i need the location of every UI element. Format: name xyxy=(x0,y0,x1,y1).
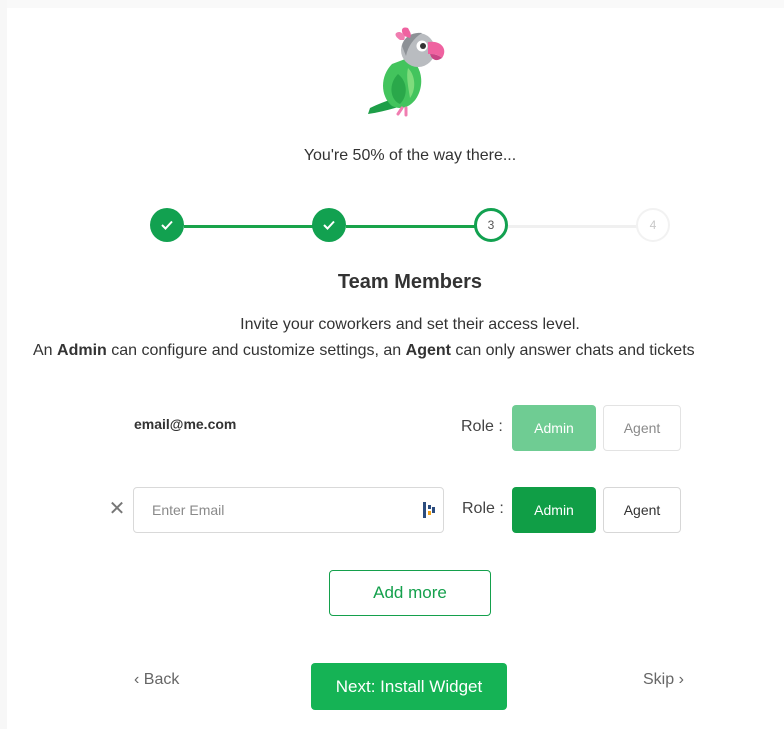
new-role-label: Role : xyxy=(462,500,504,517)
parrot-mascot-icon xyxy=(368,27,445,117)
step-1 xyxy=(150,208,184,242)
email-field-wrapper xyxy=(133,487,444,533)
progress-stepper: 3 4 xyxy=(150,208,672,244)
check-icon xyxy=(323,220,335,230)
close-icon[interactable]: ✕ xyxy=(108,499,126,519)
existing-role-label: Role : xyxy=(461,418,503,435)
step-3: 3 xyxy=(474,208,508,242)
add-more-button[interactable]: Add more xyxy=(329,570,491,616)
step-connector-3 xyxy=(508,225,638,228)
step-2 xyxy=(312,208,346,242)
step-connector-2 xyxy=(346,225,476,228)
next-install-widget-button[interactable]: Next: Install Widget xyxy=(311,663,507,710)
check-icon xyxy=(161,220,173,230)
description-middle: can configure and customize settings, an xyxy=(106,342,406,359)
description-suffix: can only answer chats and tickets xyxy=(450,342,695,359)
existing-member-email: email@me.com xyxy=(134,416,237,432)
onboarding-page: You're 50% of the way there... 3 4 Team … xyxy=(0,0,784,729)
new-admin-role-button[interactable]: Admin xyxy=(512,487,596,533)
progress-text: You're 50% of the way there... xyxy=(303,147,517,164)
skip-link[interactable]: Skip › xyxy=(643,671,684,689)
email-input[interactable] xyxy=(134,488,404,532)
step-4: 4 xyxy=(636,208,670,242)
back-link[interactable]: ‹ Back xyxy=(134,671,179,689)
password-manager-icon[interactable] xyxy=(423,501,435,519)
existing-admin-role-button: Admin xyxy=(512,405,596,451)
description-prefix: An xyxy=(33,342,58,359)
description-line-1: Invite your coworkers and set their acce… xyxy=(240,316,580,333)
step-connector-1 xyxy=(184,225,314,228)
section-title: Team Members xyxy=(337,271,483,293)
description-line-2: An Admin can configure and customize set… xyxy=(33,342,695,360)
agent-term: Agent xyxy=(405,342,451,359)
new-agent-role-button[interactable]: Agent xyxy=(603,487,681,533)
admin-term: Admin xyxy=(57,342,107,359)
existing-agent-role-button: Agent xyxy=(603,405,681,451)
